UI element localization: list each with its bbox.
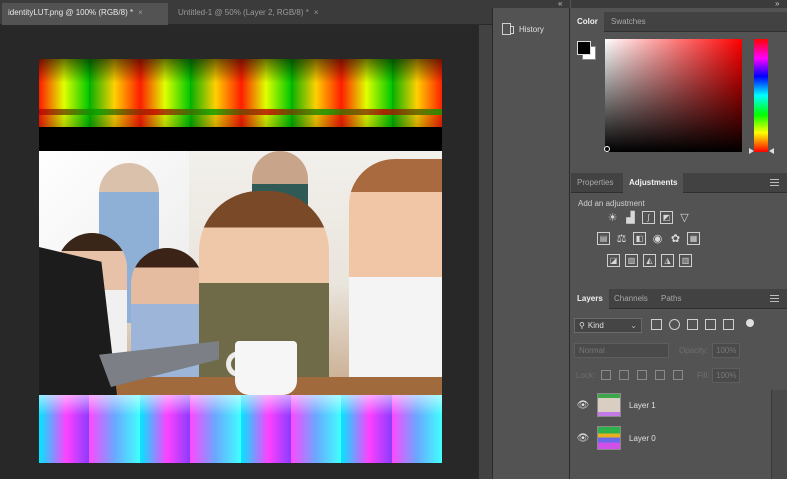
layer-row[interactable]: 👁 Layer 1 (571, 389, 771, 421)
tab-swatches[interactable]: Swatches (605, 12, 652, 32)
fill-field[interactable]: 100% (712, 368, 740, 383)
filter-smart-object-icon[interactable] (723, 319, 734, 330)
lock-icons (601, 370, 683, 380)
lut-strip-bottom (39, 395, 442, 463)
layer-filter-icons (651, 319, 734, 330)
adjustment-row-3: ◪ ▨ ◭ ◮ ▥ (607, 254, 692, 267)
panel-menu-icon[interactable] (770, 179, 779, 186)
lock-transparency-icon[interactable] (601, 370, 611, 380)
adjustments-prompt: Add an adjustment (578, 199, 645, 208)
layer-filter-kind[interactable]: ⚲ Kind ⌄ (574, 318, 642, 333)
expand-icon[interactable]: » (775, 0, 779, 8)
collapse-icon[interactable]: « (558, 0, 562, 8)
search-icon: ⚲ (579, 321, 585, 330)
tab-properties[interactable]: Properties (571, 173, 619, 193)
fill-label: Fill: (697, 371, 710, 380)
tab-identitylut[interactable]: identityLUT.png @ 100% (RGB/8) * × (2, 3, 168, 25)
close-icon[interactable]: × (138, 8, 143, 17)
tab-label: identityLUT.png @ 100% (RGB/8) * (8, 8, 134, 17)
blend-mode-select[interactable]: Normal (574, 343, 669, 358)
opacity-label: Opacity: (679, 346, 709, 355)
levels-icon[interactable]: ▟ (624, 211, 637, 224)
exposure-icon[interactable]: ◩ (660, 211, 673, 224)
tab-color[interactable]: Color (571, 12, 604, 32)
selective-color-icon[interactable]: ◮ (661, 254, 674, 267)
history-label: History (519, 24, 544, 34)
layer-name: Layer 1 (629, 400, 656, 410)
posterize-icon[interactable]: ▨ (625, 254, 638, 267)
black-white-icon[interactable]: ◧ (633, 232, 646, 245)
threshold-icon[interactable]: ◭ (643, 254, 656, 267)
history-icon (502, 23, 514, 35)
hue-slider[interactable] (754, 39, 768, 152)
layer-name: Layer 0 (629, 433, 656, 443)
document-tab-bar: identityLUT.png @ 100% (RGB/8) * × Untitl… (0, 0, 492, 25)
lut-strip-top (39, 59, 442, 127)
filter-toggle-icon[interactable] (746, 319, 754, 327)
image-artwork (39, 59, 442, 463)
history-collapse-strip[interactable]: « (492, 0, 570, 8)
filter-adjustment-icon[interactable] (669, 319, 680, 330)
color-field[interactable] (605, 39, 742, 152)
filter-pixel-icon[interactable] (651, 319, 662, 330)
eye-icon[interactable]: 👁 (571, 400, 595, 411)
color-panel (571, 32, 787, 172)
adjustments-panel-header: Properties Adjustments (571, 173, 787, 193)
photo-filter-icon[interactable]: ◉ (651, 232, 664, 245)
chevron-down-icon: ⌄ (630, 321, 637, 330)
color-lookup-icon[interactable]: ▦ (687, 232, 700, 245)
layers-scrollbar[interactable] (771, 390, 787, 479)
tab-channels[interactable]: Channels (608, 289, 654, 309)
channel-mixer-icon[interactable]: ✿ (669, 232, 682, 245)
photo-people-laptop (39, 151, 442, 395)
foreground-color-swatch[interactable] (577, 41, 591, 55)
document-canvas[interactable] (0, 25, 478, 479)
tab-label: Untitled-1 @ 50% (Layer 2, RGB/8) * (178, 8, 309, 17)
color-balance-icon[interactable]: ⚖ (615, 232, 628, 245)
curves-icon[interactable]: ∫ (642, 211, 655, 224)
panels-collapse-strip[interactable]: » (571, 0, 787, 8)
tab-layers[interactable]: Layers (571, 289, 609, 309)
brightness-icon[interactable]: ☀ (606, 211, 619, 224)
panel-menu-icon[interactable] (770, 295, 779, 302)
gradient-map-icon[interactable]: ▥ (679, 254, 692, 267)
lock-artboard-icon[interactable] (655, 370, 665, 380)
filter-type-icon[interactable] (687, 319, 698, 330)
color-picker-handle[interactable] (604, 146, 610, 152)
layer-row[interactable]: 👁 Layer 0 (571, 422, 771, 454)
tab-adjustments[interactable]: Adjustments (623, 173, 684, 193)
layers-panel-header: Layers Channels Paths (571, 289, 787, 309)
lock-label: Lock: (576, 371, 596, 380)
lock-image-icon[interactable] (619, 370, 629, 380)
filter-shape-icon[interactable] (705, 319, 716, 330)
close-icon[interactable]: × (314, 8, 319, 17)
tab-paths[interactable]: Paths (655, 289, 687, 309)
opacity-field[interactable]: 100% (712, 343, 740, 358)
canvas-scrollbar[interactable] (478, 25, 492, 479)
history-button[interactable]: History (493, 18, 571, 40)
adjustments-panel: Add an adjustment ☀ ▟ ∫ ◩ ▽ ▤ ⚖ ◧ ◉ ✿ ▦ … (571, 194, 787, 286)
layer-thumbnail (597, 426, 621, 450)
right-panels: Color Swatches Properties Adjustments Ad… (571, 8, 787, 479)
tab-untitled-1[interactable]: Untitled-1 @ 50% (Layer 2, RGB/8) * × (172, 3, 350, 25)
lock-all-icon[interactable] (673, 370, 683, 380)
layers-panel: ⚲ Kind ⌄ Normal Opacity: 100% Lock: Fill… (571, 310, 787, 479)
hue-saturation-icon[interactable]: ▤ (597, 232, 610, 245)
eye-icon[interactable]: 👁 (571, 433, 595, 444)
history-dock: History (492, 8, 570, 479)
color-panel-header: Color Swatches (571, 12, 787, 32)
adjustment-row-2: ▤ ⚖ ◧ ◉ ✿ ▦ (597, 232, 700, 245)
invert-icon[interactable]: ◪ (607, 254, 620, 267)
filter-kind-value: Kind (587, 321, 604, 330)
hue-slider-handle[interactable] (769, 148, 774, 154)
layer-thumbnail (597, 393, 621, 417)
hue-slider-handle[interactable] (749, 148, 754, 154)
adjustment-row-1: ☀ ▟ ∫ ◩ ▽ (606, 211, 691, 224)
vibrance-icon[interactable]: ▽ (678, 211, 691, 224)
lock-position-icon[interactable] (637, 370, 647, 380)
